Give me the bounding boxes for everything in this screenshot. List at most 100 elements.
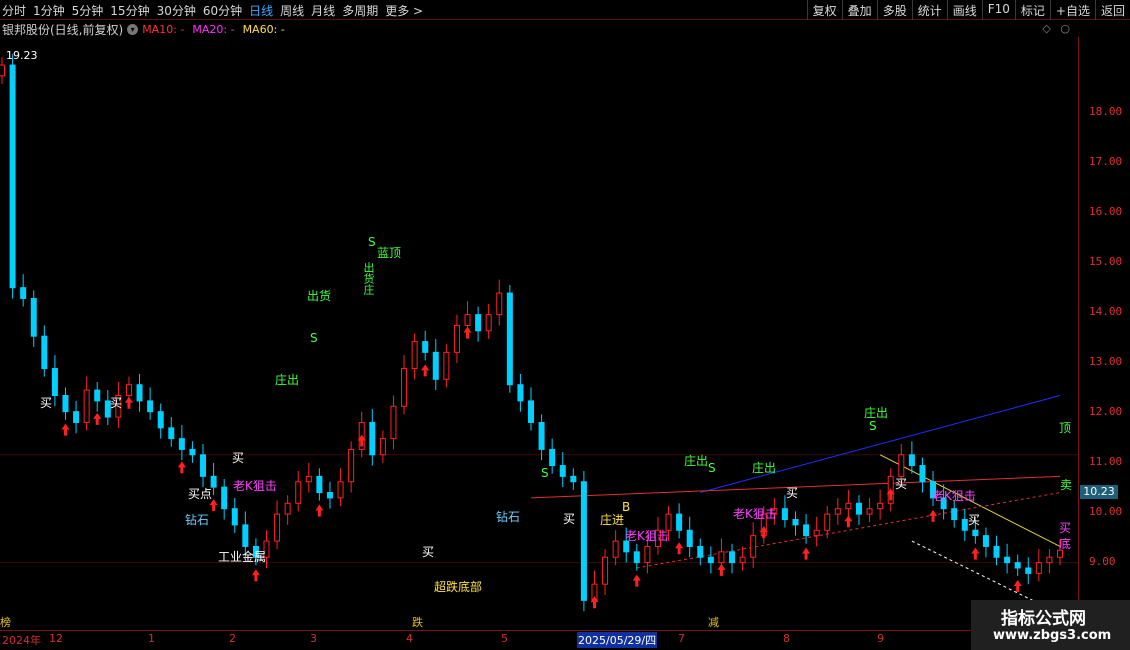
candle-body (274, 513, 281, 542)
candle-body (982, 535, 989, 547)
signal-dealer-out: 庄出 (684, 454, 709, 468)
price-tick: 12.00 (1089, 405, 1123, 418)
signal-buy: 买 (895, 477, 908, 491)
candle-body (961, 518, 968, 531)
price-tick: 17.00 (1089, 155, 1123, 168)
candle-body (898, 454, 905, 477)
candle-body (644, 545, 651, 564)
signal-ship-vertical: 出货庄 (362, 262, 375, 295)
price-tick: 13.00 (1089, 355, 1123, 368)
signal-s: S (869, 419, 877, 433)
candle-body (432, 351, 439, 380)
tab-5min[interactable]: 5分钟 (72, 2, 104, 19)
date-tick: 12 (49, 632, 63, 645)
candle-body (972, 529, 979, 537)
candle-body (221, 486, 228, 510)
restore-rights-button[interactable]: 复权 (806, 0, 842, 20)
row-label: 跌 (412, 616, 423, 629)
tab-intraday[interactable]: 分时 (2, 2, 26, 19)
candle-body (813, 529, 820, 537)
tab-30min[interactable]: 30分钟 (157, 2, 196, 19)
chevron-down-icon[interactable]: ▾ (127, 23, 139, 35)
candle-body (178, 438, 185, 450)
signal-buy: 买 (110, 396, 123, 410)
multi-stock-button[interactable]: 多股 (876, 0, 912, 20)
row-labels: 榜 跌 减 (0, 614, 1130, 630)
indicator-info-bar: 银邦股份(日线,前复权) ▾ MA10: - MA20: - MA60: - (0, 21, 293, 37)
price-axis: 18.00 17.00 16.00 15.00 14.00 13.00 12.0… (1078, 37, 1130, 627)
tab-1min[interactable]: 1分钟 (33, 2, 65, 19)
row-label: 榜 (0, 616, 11, 629)
circle-icon[interactable]: ○ (1060, 22, 1070, 35)
add-watchlist-button[interactable]: +自选 (1049, 0, 1095, 20)
signal-chase: 老K狙击 (932, 489, 976, 503)
date-tick: 2024年 (2, 634, 41, 647)
date-tick: 1 (148, 632, 155, 645)
draw-line-button[interactable]: 画线 (946, 0, 982, 20)
ma20-label: MA20: - (192, 22, 235, 36)
candle-body (1035, 562, 1042, 574)
kline-chart[interactable] (0, 37, 1078, 630)
candle-body (443, 351, 450, 380)
candle-body (866, 508, 873, 515)
tab-multi-period[interactable]: 多周期 (342, 2, 378, 19)
buy-arrow-icon (177, 461, 186, 474)
tab-daily[interactable]: 日线 (249, 2, 273, 19)
candle-body (305, 475, 312, 483)
action-buttons: 复权 叠加 多股 统计 画线 F10 标记 +自选 返回 (806, 0, 1130, 20)
candle-body (1004, 556, 1011, 564)
candle-body (242, 524, 249, 547)
mark-button[interactable]: 标记 (1014, 0, 1050, 20)
candle-body (485, 314, 492, 332)
statistics-button[interactable]: 统计 (911, 0, 947, 20)
tab-monthly[interactable]: 月线 (311, 2, 335, 19)
candle-body (919, 465, 926, 483)
candle-body (51, 368, 58, 396)
tab-more[interactable]: 更多 > (385, 2, 423, 19)
signal-base: 底 (1059, 537, 1072, 551)
buy-arrow-icon (61, 423, 70, 436)
buy-arrow-icon (929, 509, 938, 522)
buy-arrow-icon (675, 542, 684, 555)
candle-body (30, 297, 37, 337)
signal-bottom: 超跌底部 (434, 580, 483, 594)
candle-body (549, 448, 556, 467)
candle-body (326, 492, 333, 499)
candle-body (538, 421, 545, 450)
candle-body (676, 513, 683, 531)
candle-body (20, 287, 27, 299)
ma60-label: MA60: - (242, 22, 285, 36)
tab-15min[interactable]: 15分钟 (110, 2, 149, 19)
settings-icons: ◇ ○ (1042, 22, 1070, 35)
overlay-button[interactable]: 叠加 (841, 0, 877, 20)
diamond-icon[interactable]: ◇ (1042, 22, 1050, 35)
candle-body (94, 389, 101, 402)
candle-body (602, 556, 609, 585)
candle-body (792, 518, 799, 526)
candle-body (284, 502, 291, 515)
candle-body (845, 502, 852, 510)
date-tick: 2 (229, 632, 236, 645)
signal-s: S (708, 461, 716, 475)
signal-top: 顶 (1059, 421, 1072, 435)
ma10-label: MA10: - (142, 22, 185, 36)
price-tick: 18.00 (1089, 105, 1123, 118)
buy-arrow-icon (251, 569, 260, 582)
candle-body (136, 384, 143, 402)
signal-dealer-out: 庄出 (752, 461, 777, 475)
period-tabs: 分时 1分钟 5分钟 15分钟 30分钟 60分钟 日线 周线 月线 多周期 更… (2, 2, 430, 19)
candle-body (697, 545, 704, 558)
buy-arrow-icon (421, 364, 430, 377)
date-tick: 7 (678, 632, 685, 645)
tab-weekly[interactable]: 周线 (280, 2, 304, 19)
candle-body (422, 341, 429, 353)
stock-title[interactable]: 银邦股份(日线,前复权) (2, 21, 123, 38)
date-tick: 4 (406, 632, 413, 645)
f10-button[interactable]: F10 (981, 0, 1015, 20)
back-button[interactable]: 返回 (1094, 0, 1130, 20)
date-tick: 9 (877, 632, 884, 645)
candle-body (993, 545, 1000, 558)
row-label: 减 (708, 616, 719, 629)
tab-60min[interactable]: 60分钟 (203, 2, 242, 19)
candle-body (337, 481, 344, 499)
